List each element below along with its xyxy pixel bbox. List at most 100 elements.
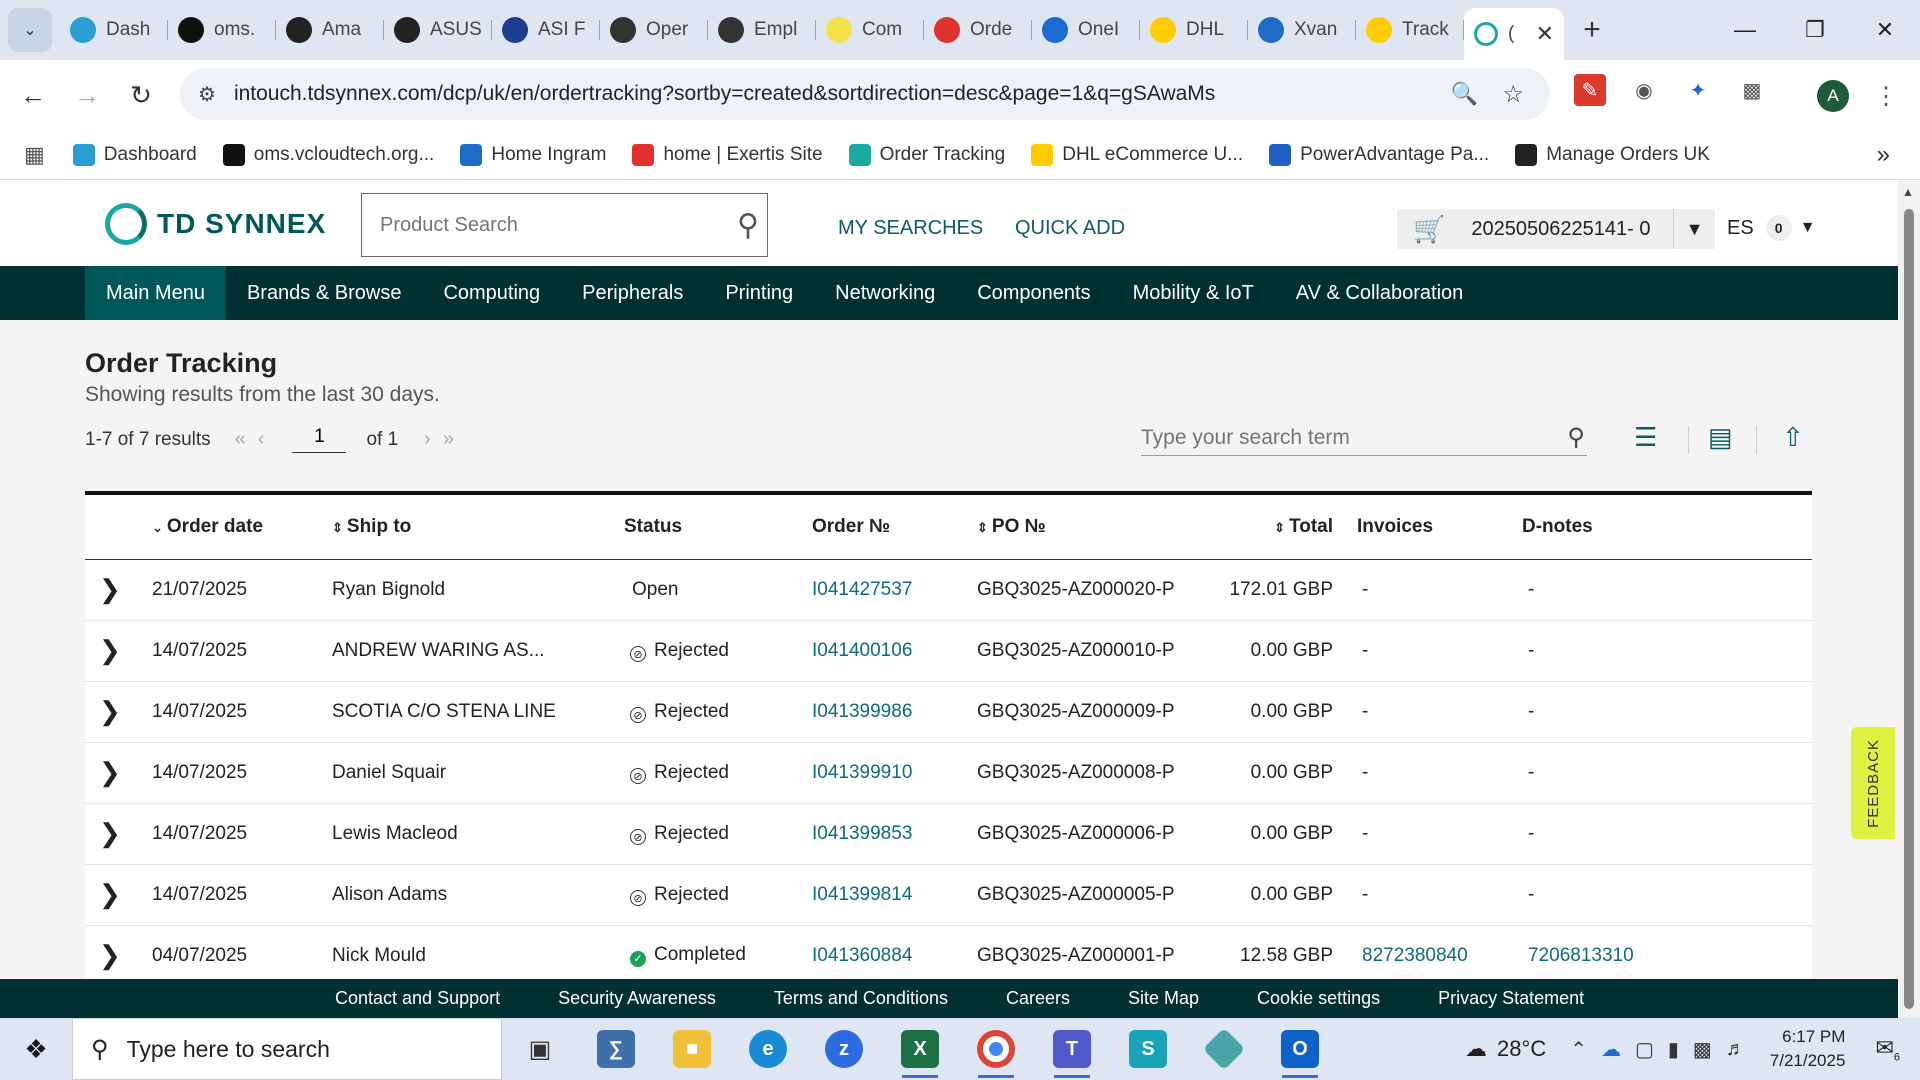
edge-icon[interactable]: e bbox=[730, 1018, 806, 1080]
table-search-input[interactable] bbox=[1141, 425, 1541, 450]
footer-link[interactable]: Privacy Statement bbox=[1438, 988, 1584, 1009]
filter-sliders-icon[interactable]: ☰ bbox=[1634, 422, 1657, 453]
bookmark-item[interactable]: DHL eCommerce U... bbox=[1031, 143, 1243, 166]
nav-item[interactable]: Computing bbox=[422, 266, 561, 320]
bookmark-item[interactable]: Dashboard bbox=[72, 143, 197, 166]
list-view-icon[interactable]: ▤ bbox=[1708, 422, 1733, 453]
bookmark-item[interactable]: PowerAdvantage Pa... bbox=[1269, 143, 1489, 166]
table-row[interactable]: ❯ 14/07/2025 Lewis Macleod ⊘ Rejected I041399… bbox=[85, 803, 1812, 865]
excel-icon[interactable]: X bbox=[882, 1018, 958, 1080]
expand-row-icon[interactable]: ❯ bbox=[85, 696, 121, 726]
tab-0[interactable]: Dash bbox=[60, 8, 168, 52]
table-row[interactable]: ❯ 14/07/2025 SCOTIA C/O STENA LINE ⊘ Rejecte… bbox=[85, 681, 1812, 743]
tab-7[interactable]: Com bbox=[816, 8, 924, 52]
scrollbar-thumb[interactable] bbox=[1904, 209, 1914, 1009]
profile-avatar[interactable]: A bbox=[1817, 80, 1849, 112]
search-icon[interactable]: ⚲ bbox=[1567, 423, 1585, 452]
tab-3[interactable]: ASUS bbox=[384, 8, 492, 52]
first-page-icon[interactable]: « bbox=[235, 428, 246, 451]
footer-link[interactable]: Cookie settings bbox=[1257, 988, 1380, 1009]
extension-icon[interactable]: ✦ bbox=[1682, 74, 1714, 106]
vpn-app-icon[interactable] bbox=[1186, 1018, 1262, 1080]
feedback-tab[interactable]: FEEDBACK bbox=[1851, 727, 1895, 839]
outlook-icon[interactable]: O bbox=[1262, 1018, 1338, 1080]
clock[interactable]: 6:17 PM 7/21/2025 bbox=[1770, 1025, 1846, 1073]
footer-link[interactable]: Contact and Support bbox=[335, 988, 500, 1009]
expand-row-icon[interactable]: ❯ bbox=[85, 574, 121, 604]
user-menu[interactable]: ES 0 ▼ bbox=[1727, 215, 1816, 241]
nav-item[interactable]: Mobility & IoT bbox=[1112, 266, 1275, 320]
onedrive-icon[interactable]: ☁ bbox=[1601, 1037, 1621, 1062]
minimize-icon[interactable]: — bbox=[1710, 17, 1780, 43]
footer-link[interactable]: Terms and Conditions bbox=[774, 988, 948, 1009]
tab-6[interactable]: Empl bbox=[708, 8, 816, 52]
order-number-link[interactable]: I041399814 bbox=[812, 884, 912, 905]
table-row[interactable]: ❯ 21/07/2025 Ryan Bignold Open I041427537 GBQ… bbox=[85, 559, 1812, 621]
pdf-extension-icon[interactable]: ✎ bbox=[1574, 74, 1606, 106]
product-search[interactable]: ⚲ bbox=[361, 193, 768, 257]
expand-row-icon[interactable]: ❯ bbox=[85, 757, 121, 787]
footer-link[interactable]: Careers bbox=[1006, 988, 1070, 1009]
apps-grid-icon[interactable]: ▦ bbox=[24, 142, 45, 168]
chrome-icon[interactable] bbox=[958, 1018, 1034, 1080]
nav-item[interactable]: Networking bbox=[814, 266, 956, 320]
reload-icon[interactable]: ↻ bbox=[114, 80, 168, 111]
col-ship-to[interactable]: ⇕ Ship to bbox=[332, 495, 607, 560]
order-number-link[interactable]: I041427537 bbox=[812, 579, 912, 600]
more-menu-icon[interactable]: ⋮ bbox=[1870, 80, 1902, 112]
nav-item[interactable]: Printing bbox=[704, 266, 814, 320]
export-icon[interactable]: ⇧ bbox=[1782, 422, 1804, 453]
col-po-no[interactable]: ⇕ PO № bbox=[977, 495, 1207, 560]
tab-11[interactable]: Xvan bbox=[1248, 8, 1356, 52]
page-scrollbar[interactable]: ▲ bbox=[1898, 181, 1920, 1018]
order-number-link[interactable]: I041399910 bbox=[812, 762, 912, 783]
puzzle-extensions-icon[interactable]: ▩ bbox=[1736, 74, 1768, 106]
page-number-input[interactable] bbox=[292, 426, 347, 453]
order-number-link[interactable]: I041400106 bbox=[812, 640, 912, 661]
restore-icon[interactable]: ❐ bbox=[1780, 17, 1850, 43]
bookmark-item[interactable]: Home Ingram bbox=[460, 143, 606, 166]
volume-icon[interactable]: ♬ bbox=[1726, 1038, 1746, 1061]
close-window-icon[interactable]: ✕ bbox=[1850, 17, 1920, 43]
omnibox[interactable]: ⚙ intouch.tdsynnex.com/dcp/uk/en/ordertr… bbox=[180, 68, 1550, 120]
security-icon[interactable]: ▢ bbox=[1635, 1037, 1654, 1062]
task-view-icon[interactable]: ▣ bbox=[502, 1018, 578, 1080]
expand-row-icon[interactable]: ❯ bbox=[85, 879, 121, 909]
back-icon[interactable]: ← bbox=[6, 80, 60, 111]
next-page-icon[interactable]: › bbox=[424, 428, 431, 451]
nav-item[interactable]: Brands & Browse bbox=[226, 266, 423, 320]
script-app-icon[interactable]: S bbox=[1110, 1018, 1186, 1080]
tab-10[interactable]: DHL bbox=[1140, 8, 1248, 52]
windows-start-icon[interactable]: ❖ bbox=[0, 1018, 72, 1080]
bookmark-item[interactable]: home | Exertis Site bbox=[632, 143, 823, 166]
bookmark-item[interactable]: oms.vcloudtech.org... bbox=[222, 143, 434, 166]
tdsynnex-logo[interactable]: TD SYNNEX bbox=[105, 203, 326, 245]
bookmark-star-icon[interactable]: ☆ bbox=[1502, 80, 1524, 109]
my-searches-link[interactable]: MY SEARCHES bbox=[838, 217, 983, 240]
cart-selector[interactable]: 🛒 20250506225141- 0 ▼ bbox=[1397, 209, 1715, 249]
order-number-link[interactable]: I041399853 bbox=[812, 823, 912, 844]
battery-icon[interactable]: ▮ bbox=[1668, 1037, 1679, 1062]
zoom-icon[interactable]: 🔍 bbox=[1451, 81, 1478, 107]
tab-9[interactable]: OneI bbox=[1032, 8, 1140, 52]
footer-link[interactable]: Site Map bbox=[1128, 988, 1199, 1009]
invoice-link[interactable]: 8272380840 bbox=[1362, 945, 1468, 966]
url-text[interactable]: intouch.tdsynnex.com/dcp/uk/en/ordertrac… bbox=[234, 82, 1215, 106]
nav-item[interactable]: Main Menu bbox=[85, 266, 226, 320]
bookmark-item[interactable]: Manage Orders UK bbox=[1515, 143, 1710, 166]
tab-5[interactable]: Oper bbox=[600, 8, 708, 52]
site-info-icon[interactable]: ⚙ bbox=[198, 82, 216, 107]
notifications-icon[interactable]: ✉6 bbox=[1875, 1035, 1900, 1063]
more-bookmarks-icon[interactable]: » bbox=[1877, 141, 1890, 169]
table-row[interactable]: ❯ 14/07/2025 Alison Adams ⊘ Rejected I0413998… bbox=[85, 864, 1812, 926]
tab-8[interactable]: Orde bbox=[924, 8, 1032, 52]
order-number-link[interactable]: I041360884 bbox=[812, 945, 912, 966]
teams-icon[interactable]: T bbox=[1034, 1018, 1110, 1080]
expand-row-icon[interactable]: ❯ bbox=[85, 818, 121, 848]
chevron-up-icon[interactable]: ⌃ bbox=[1570, 1037, 1587, 1062]
col-total[interactable]: ⇕ Total bbox=[1207, 495, 1357, 560]
scroll-up-icon[interactable]: ▲ bbox=[1902, 185, 1914, 199]
col-order-date[interactable]: ⌄ Order date bbox=[152, 495, 332, 560]
forward-icon[interactable]: → bbox=[60, 80, 114, 111]
zoom-app-icon[interactable]: z bbox=[806, 1018, 882, 1080]
